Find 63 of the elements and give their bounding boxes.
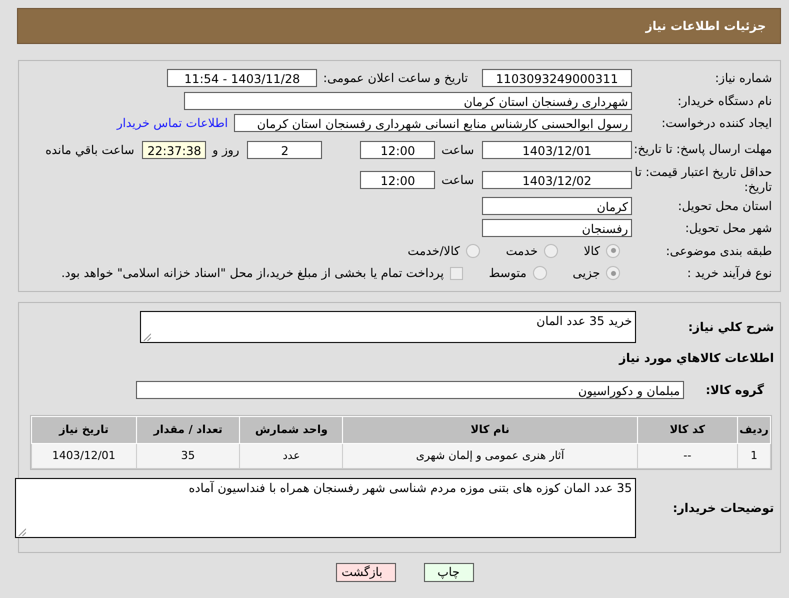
field-label: نوع فرآیند خرید : xyxy=(686,266,772,280)
time-label: ساعت xyxy=(441,142,474,156)
table-cell: 1403/12/01 xyxy=(32,443,136,468)
column-header: ردیف xyxy=(738,416,770,443)
field-label: طبقه بندی موضوعی: xyxy=(664,244,772,258)
radio-button[interactable] xyxy=(544,244,558,258)
field-label: حداقل تاریخ اعتبار قیمت: تا تاریخ: xyxy=(634,164,772,194)
date-field: 1403/12/01 xyxy=(482,140,632,158)
field-label: استان محل تحویل: xyxy=(676,198,772,213)
resize-grip-icon[interactable] xyxy=(142,332,151,340)
field-label: ایجاد کننده درخواست: xyxy=(660,116,772,130)
field-label: توضیحات خریدار: xyxy=(672,500,774,514)
field-label: مهلت ارسال پاسخ: تا تاریخ: xyxy=(632,142,772,157)
section-title: اطلاعات کالاهاي مورد نیاز xyxy=(618,350,774,364)
resize-grip-icon[interactable] xyxy=(17,526,26,536)
announce-date-field: 1403/11/28 - 11:54 xyxy=(167,69,318,88)
page-title: جزئیات اطلاعات نیاز xyxy=(645,19,766,33)
radio-button[interactable] xyxy=(606,266,620,280)
remaining-time-field: 22:37:38 xyxy=(142,140,206,158)
option-label: جزیی xyxy=(572,266,600,280)
option-label: کالا xyxy=(584,244,600,258)
table-cell: 35 xyxy=(136,443,240,468)
column-header: تعداد / مقدار xyxy=(136,416,240,443)
table-cell: -- xyxy=(637,443,738,468)
field-label: شماره نیاز: xyxy=(714,71,772,86)
radio-button[interactable] xyxy=(532,266,547,280)
column-header: کد کالا xyxy=(637,416,738,443)
table-cell: آثار هنری عمومی و إلمان شهری xyxy=(342,443,638,468)
field-label: تاریخ و ساعت اعلان عمومی: xyxy=(323,71,468,86)
column-header: واحد شمارش xyxy=(240,416,343,443)
requester-field: رسول ابوالحسنی کارشناس منابع انسانی شهرداری رفسنجان استان کرمان xyxy=(234,114,632,132)
days-label: روز و xyxy=(212,142,240,156)
need-number-field: 1103093249000311 xyxy=(482,69,632,88)
radio-button[interactable] xyxy=(466,244,480,258)
time-label: ساعت xyxy=(441,172,474,186)
date-field: 1403/12/02 xyxy=(482,170,632,188)
option-label: کالا/خدمت xyxy=(408,244,460,258)
column-header: تاریخ نیاز xyxy=(32,416,136,443)
back-button[interactable]: بازگشت xyxy=(336,562,396,582)
radio-button[interactable] xyxy=(606,244,620,258)
field-label: شرح کلي نیاز: xyxy=(687,320,774,334)
province-field: کرمان xyxy=(482,196,632,215)
goods-group-field: مبلمان و دکوراسیون xyxy=(136,380,684,398)
column-header: نام کالا xyxy=(342,416,638,443)
checkbox[interactable] xyxy=(450,266,463,280)
field-label: گروه کالا: xyxy=(704,382,764,396)
description-field: خرید 35 عدد المان xyxy=(140,310,636,342)
days-field: 2 xyxy=(247,140,322,158)
field-label: نام دستگاه خریدار: xyxy=(676,94,772,108)
option-label: متوسط xyxy=(488,266,527,280)
time-field: 12:00 xyxy=(360,170,436,188)
field-label: شهر محل تحویل: xyxy=(684,221,772,236)
checkbox-label: پرداخت تمام یا بخشی از مبلغ خرید،از محل "اسناد خزانه اسلامی" خواهد بود. xyxy=(61,266,444,280)
option-label: خدمت xyxy=(506,244,538,258)
table-cell: 1 xyxy=(738,443,770,468)
remaining-label: ساعت باقي مانده xyxy=(45,142,134,156)
table-cell: عدد xyxy=(240,443,343,468)
contact-link[interactable]: اطلاعات تماس خریدار xyxy=(116,116,228,130)
buyer-notes-field: 35 عدد المان کوزه های بتنی موزه مردم شناسی شهر رفسنجان همراه با فنداسیون آماده xyxy=(15,478,636,538)
city-field: رفسنجان xyxy=(482,219,632,238)
print-button[interactable]: چاپ xyxy=(424,562,474,582)
buyer-org-field: شهرداری رفسنجان استان کرمان xyxy=(184,92,632,110)
time-field: 12:00 xyxy=(360,140,436,158)
